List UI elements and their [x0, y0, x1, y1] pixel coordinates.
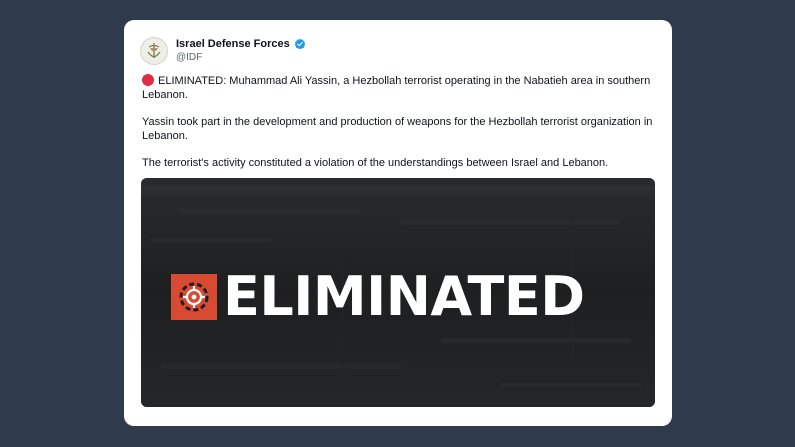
tweet-paragraph-2: Yassin took part in the development and … — [142, 116, 653, 142]
eliminated-banner: ELIMINATED — [171, 265, 585, 328]
verified-badge-icon — [294, 38, 306, 50]
tweet-paragraph-1: ELIMINATED: Muhammad Ali Yassin, a Hezbo… — [142, 74, 651, 101]
author-display-name[interactable]: Israel Defense Forces — [176, 37, 290, 51]
idf-emblem-icon — [142, 39, 166, 63]
tweet-paragraph-3: The terrorist's activity constituted a v… — [142, 157, 609, 169]
author-name-row[interactable]: Israel Defense Forces — [176, 37, 306, 51]
crosshair-target-icon — [171, 274, 217, 320]
eliminated-banner-text: ELIMINATED — [223, 265, 585, 328]
tweet-card: Israel Defense Forces @IDF ELIMINATED: M… — [124, 20, 672, 426]
tweet-media-image[interactable]: ELIMINATED — [141, 178, 655, 407]
author-handle[interactable]: @IDF — [176, 51, 202, 64]
red-circle-icon — [142, 74, 154, 86]
avatar[interactable] — [140, 37, 168, 65]
tweet-text: ELIMINATED: Muhammad Ali Yassin, a Hezbo… — [142, 74, 657, 183]
